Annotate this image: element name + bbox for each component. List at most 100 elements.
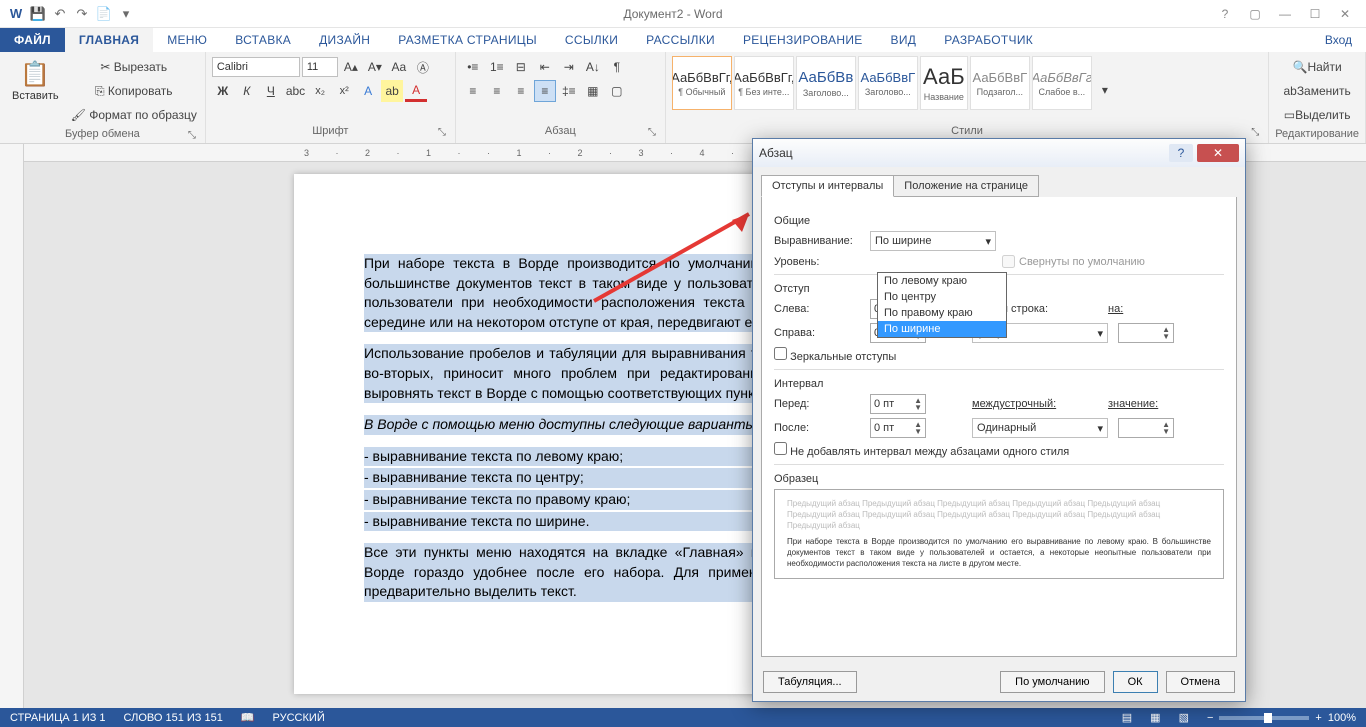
align-option-right[interactable]: По правому краю [878, 305, 1006, 321]
highlight-icon[interactable]: ab [381, 80, 403, 102]
shrink-font-icon[interactable]: A▾ [364, 56, 386, 78]
tab-design[interactable]: ДИЗАЙН [305, 28, 384, 52]
replace-button[interactable]: ab Заменить [1275, 80, 1359, 102]
justify-icon[interactable]: ≡ [534, 80, 556, 102]
style-nospacing[interactable]: АаБбВвГг,¶ Без инте... [734, 56, 794, 110]
save-icon[interactable]: 💾 [30, 6, 46, 22]
select-button[interactable]: ▭ Выделить [1275, 104, 1359, 126]
tab-file[interactable]: ФАЙЛ [0, 28, 65, 52]
dialog-titlebar[interactable]: Абзац ? ✕ [753, 139, 1245, 167]
tab-layout[interactable]: РАЗМЕТКА СТРАНИЦЫ [384, 28, 551, 52]
alignment-combo[interactable]: По ширине▾ [870, 231, 996, 251]
bold-button[interactable]: Ж [212, 80, 234, 102]
superscript-button[interactable]: x² [333, 80, 355, 102]
cancel-button[interactable]: Отмена [1166, 671, 1235, 693]
dialog-help-icon[interactable]: ? [1169, 144, 1193, 162]
style-heading1[interactable]: АаБбВвЗаголово... [796, 56, 856, 110]
help-icon[interactable]: ? [1212, 4, 1238, 24]
tab-menu[interactable]: Меню [153, 28, 221, 52]
font-color-icon[interactable]: A [405, 80, 427, 102]
find-button[interactable]: 🔍 Найти [1275, 56, 1359, 78]
shading-icon[interactable]: ▦ [582, 80, 604, 102]
clipboard-launcher-icon[interactable]: ⤡ [185, 128, 199, 142]
sort-icon[interactable]: A↓ [582, 56, 604, 78]
line-spacing-icon[interactable]: ‡≡ [558, 80, 580, 102]
dialog-close-icon[interactable]: ✕ [1197, 144, 1239, 162]
subscript-button[interactable]: x₂ [309, 80, 331, 102]
italic-button[interactable]: К [236, 80, 258, 102]
maximize-icon[interactable]: ☐ [1302, 4, 1328, 24]
style-heading2[interactable]: АаБбВвГЗаголово... [858, 56, 918, 110]
format-painter-button[interactable]: 🖌 Формат по образцу [69, 104, 199, 126]
show-marks-icon[interactable]: ¶ [606, 56, 628, 78]
tabs-button[interactable]: Табуляция... [763, 671, 857, 693]
zoom-slider[interactable] [1219, 716, 1309, 720]
cut-button[interactable]: ✂ Вырезать [69, 56, 199, 78]
align-left-icon[interactable]: ≡ [462, 80, 484, 102]
change-case-icon[interactable]: Aa [388, 56, 410, 78]
linespace-combo[interactable]: Одинарный▾ [972, 418, 1108, 438]
grow-font-icon[interactable]: A▴ [340, 56, 362, 78]
dialog-tab-position[interactable]: Положение на странице [893, 175, 1039, 197]
clear-format-icon[interactable]: Ⓐ [412, 56, 434, 78]
dialog-tab-indents[interactable]: Отступы и интервалы [761, 175, 894, 197]
tab-references[interactable]: ССЫЛКИ [551, 28, 632, 52]
tab-home[interactable]: ГЛАВНАЯ [65, 28, 153, 52]
nosame-checkbox[interactable]: Не добавлять интервал между абзацами одн… [774, 442, 1069, 458]
alignment-dropdown[interactable]: По левому краю По центру По правому краю… [877, 272, 1007, 338]
zoom-out-icon[interactable]: − [1207, 712, 1213, 724]
increase-indent-icon[interactable]: ⇥ [558, 56, 580, 78]
close-icon[interactable]: ✕ [1332, 4, 1358, 24]
view-web-icon[interactable]: ▧ [1179, 711, 1189, 724]
numbering-icon[interactable]: 1≡ [486, 56, 508, 78]
zoom-level[interactable]: 100% [1328, 712, 1356, 724]
style-subtle[interactable]: АаБбВвГгСлабое в... [1032, 56, 1092, 110]
redo-icon[interactable]: ↷ [74, 6, 90, 22]
zoom-in-icon[interactable]: + [1315, 712, 1321, 724]
decrease-indent-icon[interactable]: ⇤ [534, 56, 556, 78]
multilevel-icon[interactable]: ⊟ [510, 56, 532, 78]
signin-link[interactable]: Вход [1311, 28, 1366, 52]
status-proof-icon[interactable]: 📖 [241, 711, 255, 724]
status-page[interactable]: СТРАНИЦА 1 ИЗ 1 [10, 712, 106, 724]
styles-more-icon[interactable]: ▾ [1094, 79, 1116, 101]
first-line-value-spinner[interactable]: ▲▼ [1118, 323, 1174, 343]
paragraph-launcher-icon[interactable]: ⤡ [645, 125, 659, 139]
tab-insert[interactable]: ВСТАВКА [221, 28, 305, 52]
paste-button[interactable]: 📋 Вставить [6, 56, 65, 126]
bullets-icon[interactable]: •≡ [462, 56, 484, 78]
before-spinner[interactable]: 0 пт▲▼ [870, 394, 926, 414]
tab-review[interactable]: РЕЦЕНЗИРОВАНИЕ [729, 28, 877, 52]
align-center-icon[interactable]: ≡ [486, 80, 508, 102]
tab-mailings[interactable]: РАССЫЛКИ [632, 28, 729, 52]
default-button[interactable]: По умолчанию [1000, 671, 1104, 693]
tab-developer[interactable]: РАЗРАБОТЧИК [930, 28, 1047, 52]
styles-gallery[interactable]: АаБбВвГг,¶ Обычный АаБбВвГг,¶ Без инте..… [672, 56, 1116, 123]
minimize-icon[interactable]: — [1272, 4, 1298, 24]
copy-button[interactable]: ⎘ Копировать [69, 80, 199, 102]
ribbon-options-icon[interactable]: ▢ [1242, 4, 1268, 24]
view-read-icon[interactable]: ▤ [1122, 711, 1132, 724]
style-normal[interactable]: АаБбВвГг,¶ Обычный [672, 56, 732, 110]
styles-launcher-icon[interactable]: ⤡ [1248, 125, 1262, 139]
view-print-icon[interactable]: ▦ [1150, 711, 1160, 724]
linespace-value-spinner[interactable]: ▲▼ [1118, 418, 1174, 438]
mirror-checkbox[interactable]: Зеркальные отступы [774, 347, 896, 363]
align-option-left[interactable]: По левому краю [878, 273, 1006, 289]
underline-button[interactable]: Ч [260, 80, 282, 102]
font-launcher-icon[interactable]: ⤡ [435, 125, 449, 139]
ok-button[interactable]: ОК [1113, 671, 1158, 693]
text-effects-icon[interactable]: A [357, 80, 379, 102]
borders-icon[interactable]: ▢ [606, 80, 628, 102]
status-language[interactable]: РУССКИЙ [273, 712, 325, 724]
undo-icon[interactable]: ↶ [52, 6, 68, 22]
style-subtitle[interactable]: АаБбВвГПодзагол... [970, 56, 1030, 110]
new-doc-icon[interactable]: 📄 [96, 6, 112, 22]
align-right-icon[interactable]: ≡ [510, 80, 532, 102]
align-option-justify[interactable]: По ширине [878, 321, 1006, 337]
tab-view[interactable]: ВИД [877, 28, 931, 52]
status-words[interactable]: СЛОВО 151 ИЗ 151 [124, 712, 223, 724]
font-name-combo[interactable]: Calibri [212, 57, 300, 77]
zoom-control[interactable]: − + 100% [1207, 712, 1356, 724]
align-option-center[interactable]: По центру [878, 289, 1006, 305]
